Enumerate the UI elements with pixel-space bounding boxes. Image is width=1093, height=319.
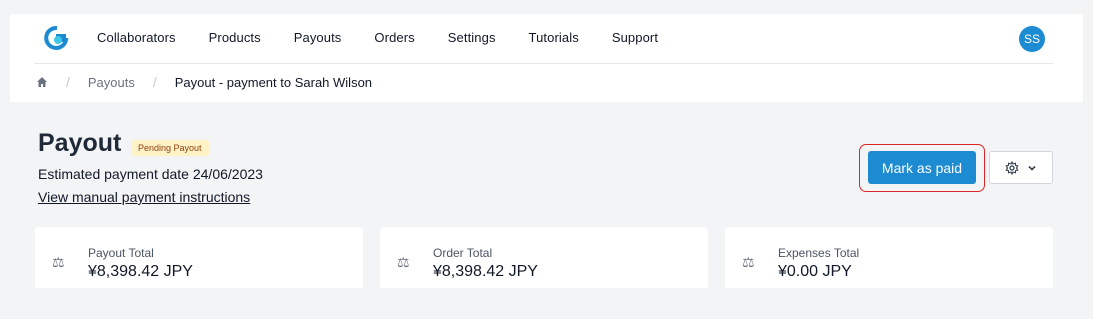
mark-as-paid-button[interactable]: Mark as paid — [868, 151, 976, 184]
breadcrumb: / Payouts / Payout - payment to Sarah Wi… — [36, 74, 372, 90]
card-label: Payout Total — [88, 246, 154, 260]
payment-instructions-link[interactable]: View manual payment instructions — [38, 189, 250, 205]
nav-payouts[interactable]: Payouts — [294, 30, 342, 45]
nav-links: Collaborators Products Payouts Orders Se… — [97, 30, 691, 45]
logo-icon[interactable] — [44, 26, 70, 50]
nav-settings[interactable]: Settings — [448, 30, 496, 45]
status-badge: Pending Payout — [131, 140, 209, 156]
user-avatar[interactable]: SS — [1019, 26, 1045, 52]
scale-icon: ⚖ — [397, 254, 410, 270]
breadcrumb-payouts[interactable]: Payouts — [88, 75, 135, 90]
expenses-total-card: ⚖ Expenses Total ¥0.00 JPY — [725, 227, 1053, 297]
settings-dropdown-button[interactable] — [989, 151, 1053, 184]
order-total-card: ⚖ Order Total ¥8,398.42 JPY — [380, 227, 708, 297]
nav-collaborators[interactable]: Collaborators — [97, 30, 176, 45]
card-value: ¥8,398.42 JPY — [433, 263, 538, 280]
home-icon[interactable] — [36, 76, 48, 88]
card-label: Order Total — [433, 246, 493, 260]
card-value: ¥8,398.42 JPY — [88, 263, 193, 280]
nav-support[interactable]: Support — [612, 30, 658, 45]
payout-total-card: ⚖ Payout Total ¥8,398.42 JPY — [35, 227, 363, 297]
bottom-mask — [0, 288, 1093, 319]
top-navigation: Collaborators Products Payouts Orders Se… — [10, 14, 1083, 102]
scale-icon: ⚖ — [52, 254, 65, 270]
nav-divider — [34, 63, 1053, 64]
nav-tutorials[interactable]: Tutorials — [529, 30, 579, 45]
chevron-down-icon — [1028, 165, 1036, 171]
nav-products[interactable]: Products — [209, 30, 261, 45]
breadcrumb-separator: / — [66, 74, 70, 90]
breadcrumb-separator: / — [152, 74, 157, 90]
main-nav: Collaborators Products Payouts Orders Se… — [10, 14, 1083, 63]
scale-icon: ⚖ — [742, 254, 755, 270]
card-label: Expenses Total — [778, 246, 860, 260]
nav-orders[interactable]: Orders — [374, 30, 414, 45]
gear-icon — [1005, 160, 1019, 175]
estimated-payment-date: Estimated payment date 24/06/2023 — [38, 166, 263, 182]
card-value: ¥0.00 JPY — [778, 263, 852, 280]
breadcrumb-current: Payout - payment to Sarah Wilson — [174, 74, 373, 90]
page-title: Payout — [38, 129, 122, 157]
